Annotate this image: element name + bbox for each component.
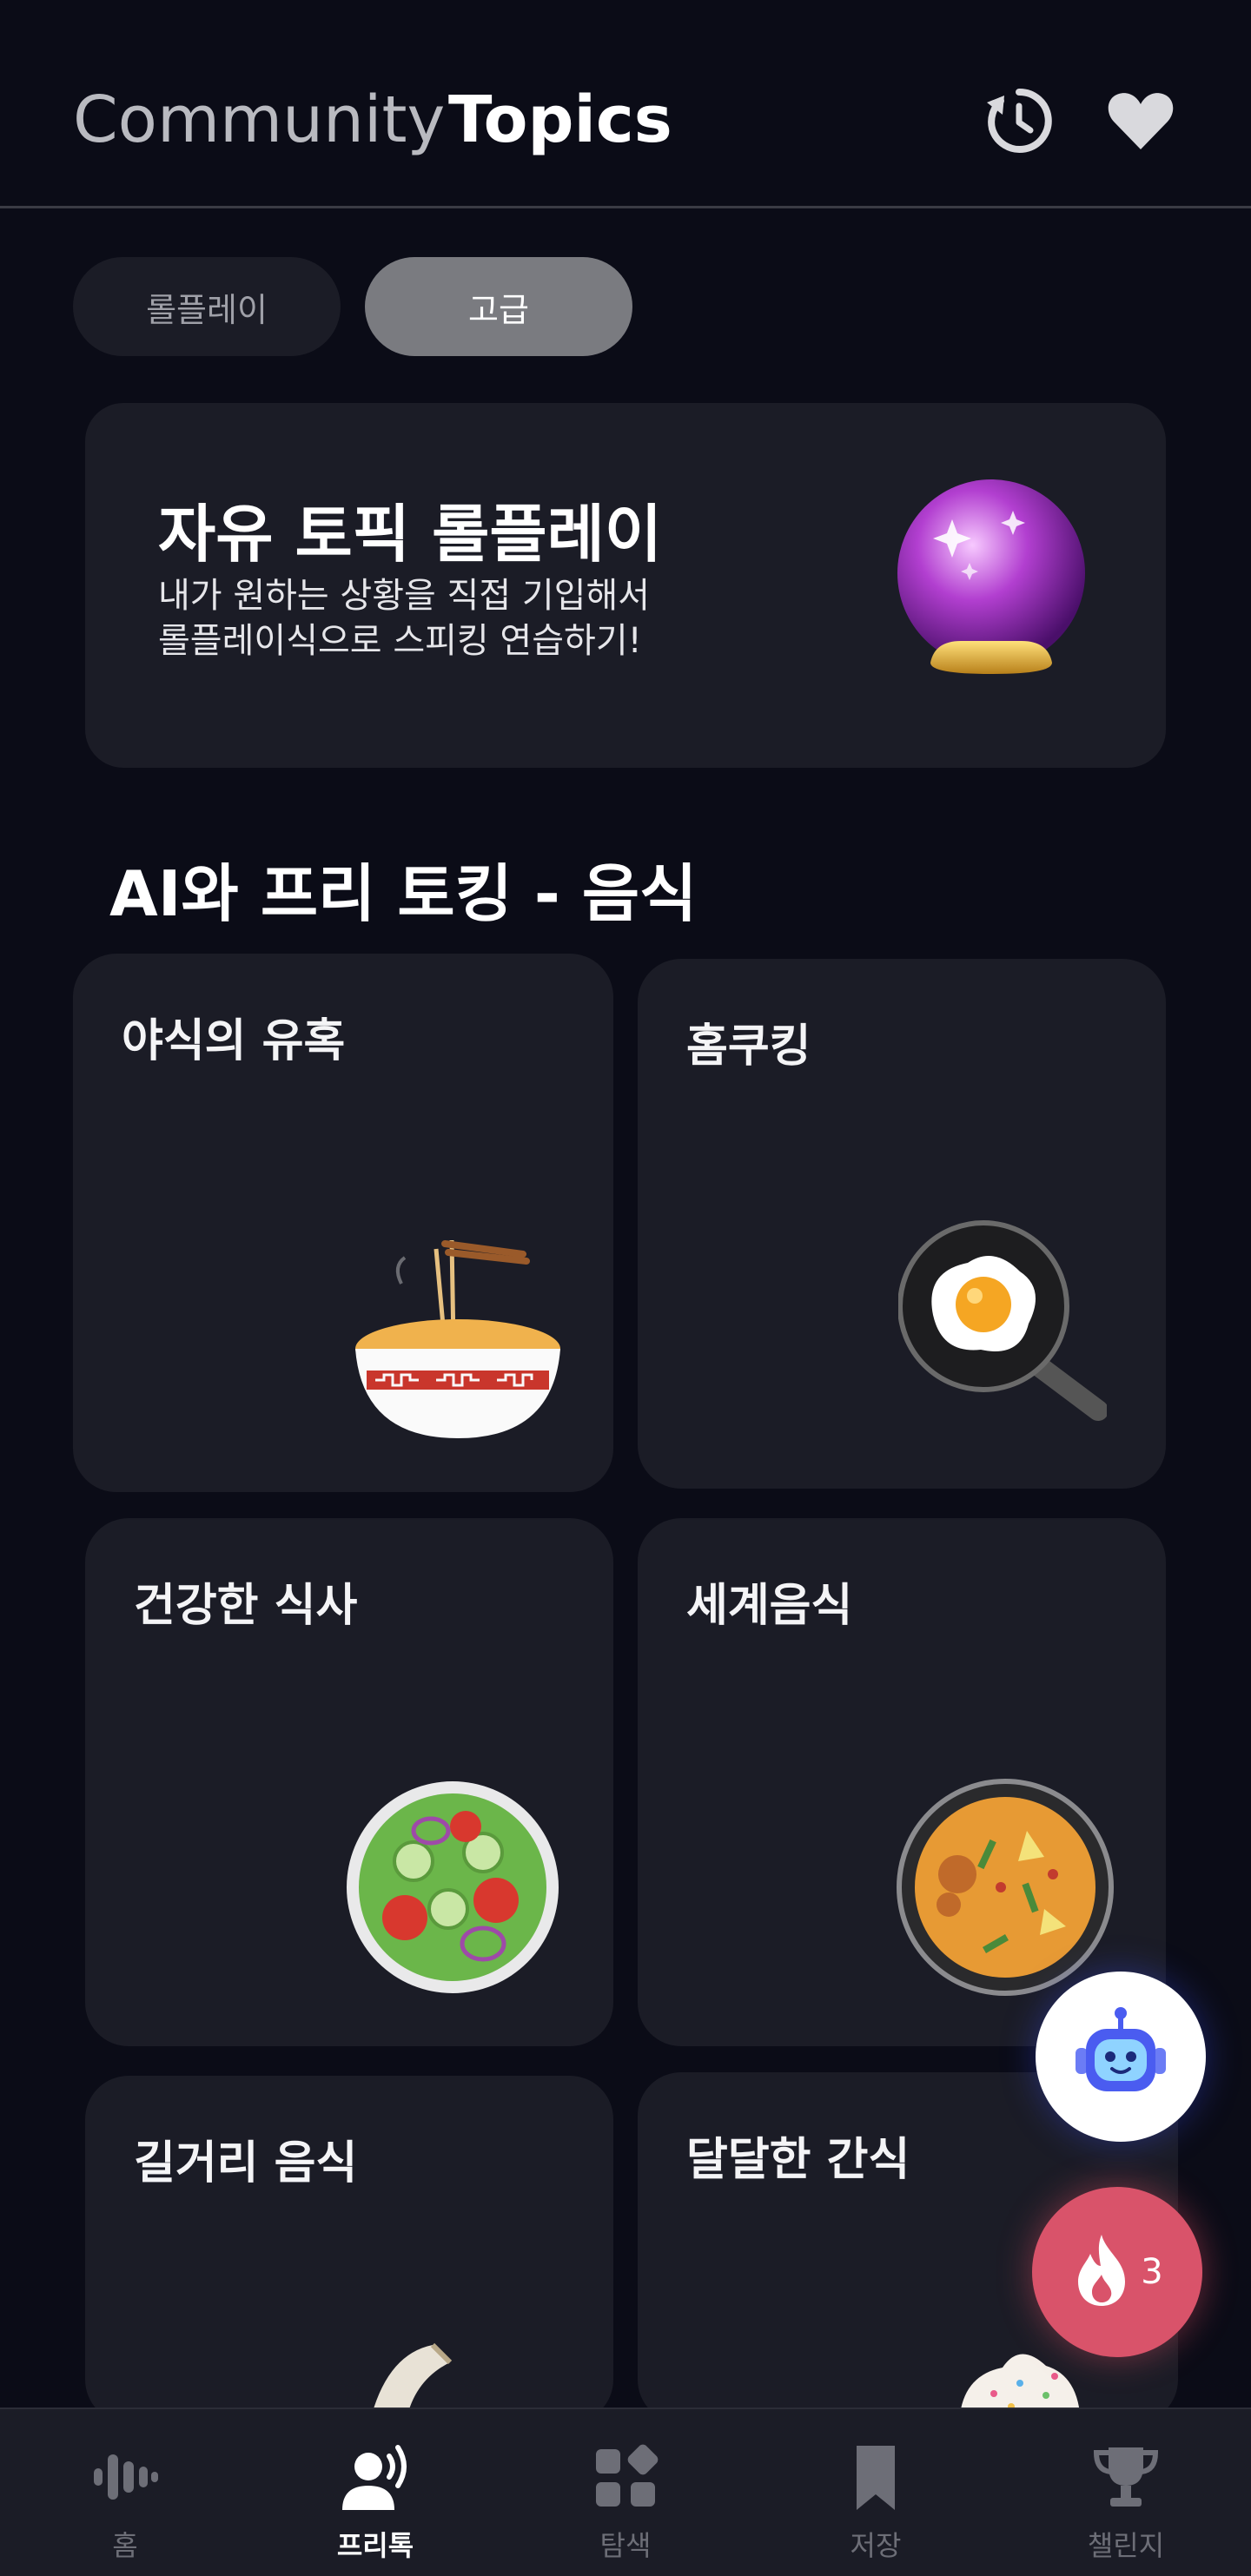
- streak-button[interactable]: 3: [1032, 2187, 1202, 2357]
- nav-item-freetalk[interactable]: 프리톡: [250, 2409, 500, 2576]
- tab-community[interactable]: Community: [73, 76, 445, 163]
- card-title: 세계음식: [686, 1580, 853, 1632]
- card-title: 길거리 음식: [134, 2137, 358, 2190]
- speaking-person-icon: [339, 2441, 412, 2513]
- section-title: AI와 프리 토킹 - 음식: [109, 857, 698, 930]
- banner-desc-line: 롤플레이식으로 스피킹 연습하기!: [158, 621, 642, 661]
- salad-icon: [344, 1779, 561, 1999]
- nav-label: 챌린지: [1087, 2529, 1165, 2562]
- nav-label: 홈: [112, 2529, 138, 2562]
- heart-icon[interactable]: [1103, 83, 1178, 158]
- tab-topics[interactable]: Topics: [448, 76, 672, 163]
- bottom-navigation: 홈 프리톡 탐색 저장 챌린지: [0, 2408, 1251, 2576]
- nav-item-saved[interactable]: 저장: [751, 2409, 1001, 2576]
- nav-item-home[interactable]: 홈: [0, 2409, 250, 2576]
- nav-label: 탐색: [599, 2529, 652, 2562]
- nav-label: 프리톡: [336, 2529, 414, 2562]
- card-title: 홈쿠킹: [686, 1020, 811, 1073]
- banner-description: 내가 원하는 상황을 직접 기입해서 롤플레이식으로 스피킹 연습하기!: [158, 573, 714, 664]
- card-title: 야식의 유혹: [122, 1015, 346, 1067]
- noodle-bowl-icon: [349, 1232, 566, 1452]
- topic-card-healthy-meal[interactable]: 건강한 식사: [85, 1518, 613, 2046]
- topic-card-late-night-snack[interactable]: 야식의 유혹: [73, 954, 613, 1492]
- free-topic-roleplay-banner[interactable]: 자유 토픽 롤플레이 내가 원하는 상황을 직접 기입해서 롤플레이식으로 스피…: [85, 403, 1166, 768]
- robot-icon: [1069, 2003, 1173, 2110]
- paella-icon: [897, 1779, 1114, 1999]
- filter-chip-advanced[interactable]: 고급: [365, 257, 632, 356]
- topic-card-world-food[interactable]: 세계음식: [638, 1518, 1166, 2046]
- card-title: 건강한 식사: [134, 1580, 358, 1632]
- topic-card-street-food[interactable]: 길거리 음식: [85, 2076, 613, 2423]
- frying-egg-icon: [897, 1219, 1109, 1431]
- filter-chip-roleplay[interactable]: 롤플레이: [73, 257, 341, 356]
- banner-title: 자유 토픽 롤플레이: [158, 498, 663, 571]
- flame-icon: [1071, 2231, 1132, 2313]
- trophy-icon: [1089, 2441, 1162, 2513]
- streak-count: 3: [1141, 2252, 1163, 2292]
- banner-desc-line: 내가 원하는 상황을 직접 기입해서: [158, 576, 651, 616]
- grid-explore-icon: [589, 2441, 662, 2513]
- nav-label: 저장: [850, 2529, 902, 2562]
- voice-wave-icon: [89, 2441, 162, 2513]
- ai-bot-button[interactable]: [1036, 1972, 1206, 2142]
- history-icon[interactable]: [982, 83, 1056, 158]
- bookmark-icon: [839, 2441, 912, 2513]
- topic-card-home-cooking[interactable]: 홈쿠킹: [638, 959, 1166, 1489]
- crystal-ball-icon: [883, 476, 1100, 693]
- nav-item-explore[interactable]: 탐색: [500, 2409, 751, 2576]
- card-title: 달달한 간식: [686, 2134, 910, 2186]
- top-header: Community Topics: [0, 0, 1251, 208]
- nav-item-challenge[interactable]: 챌린지: [1001, 2409, 1251, 2576]
